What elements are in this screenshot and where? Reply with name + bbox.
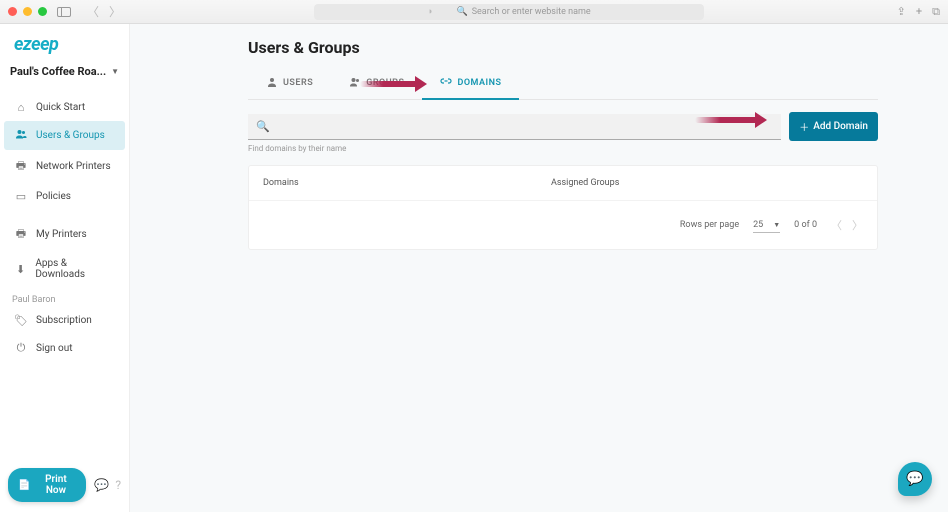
logo-text: ezeep — [14, 34, 58, 55]
column-domains: Domains — [263, 178, 551, 188]
next-page-button[interactable]: 〉 — [852, 217, 863, 233]
tab-label: USERS — [283, 78, 313, 88]
chat-icon[interactable]: 💬 — [94, 478, 109, 492]
tab-label: GROUPS — [366, 78, 404, 88]
table-header: Domains Assigned Groups — [249, 166, 877, 201]
address-placeholder: Search or enter website name — [472, 7, 591, 17]
sidebar-item-label: My Printers — [36, 229, 87, 240]
sidebar-item-label: Users & Groups — [36, 130, 105, 141]
sidebar-item-users-groups[interactable]: Users & Groups — [4, 121, 125, 150]
printer-icon: 🖶 — [14, 157, 28, 176]
document-icon: 📄 — [18, 480, 30, 491]
search-input[interactable] — [276, 121, 773, 132]
group-icon — [349, 76, 361, 91]
sidebar-toggle-icon[interactable] — [57, 7, 71, 17]
chevron-down-icon: ▼ — [111, 67, 119, 76]
add-domain-button[interactable]: ＋ Add Domain — [789, 112, 878, 141]
sidebar-item-label: Apps & Downloads — [35, 258, 115, 280]
table-footer: Rows per page 25 ▼ 0 of 0 〈 〉 — [249, 201, 877, 249]
prev-page-button[interactable]: 〈 — [831, 217, 842, 233]
sidebar-item-label: Policies — [36, 191, 71, 202]
tab-users[interactable]: USERS — [248, 67, 331, 99]
back-button[interactable]: 〈 — [87, 3, 99, 20]
forward-button[interactable]: 〉 — [109, 3, 121, 20]
sidebar-item-sign-out[interactable]: ⏻ Sign out — [4, 334, 125, 362]
window-controls[interactable] — [8, 7, 47, 16]
browser-chrome: 〈 〉 ◑ 🔍 Search or enter website name ⇪ +… — [0, 0, 948, 24]
print-now-button[interactable]: 📄 Print Now — [8, 468, 86, 502]
maximize-window-icon[interactable] — [38, 7, 47, 16]
users-icon — [14, 128, 28, 143]
sidebar-item-quick-start[interactable]: ⌂ Quick Start — [4, 94, 125, 121]
print-now-label: Print Now — [35, 474, 76, 496]
help-icon[interactable]: ? — [115, 478, 121, 492]
shield-icon: ◑ — [427, 6, 432, 17]
tab-groups[interactable]: GROUPS — [331, 67, 422, 99]
sidebar-item-label: Network Printers — [36, 161, 111, 172]
org-name: Paul's Coffee Roa... — [10, 65, 106, 78]
chat-icon: 💬 — [906, 471, 923, 487]
link-icon — [440, 75, 452, 90]
tab-domains[interactable]: DOMAINS — [422, 67, 519, 100]
sidebar: ezeep Paul's Coffee Roa... ▼ ⌂ Quick Sta… — [0, 24, 130, 512]
tab-label: DOMAINS — [457, 78, 501, 88]
sidebar-item-network-printers[interactable]: 🖶 Network Printers — [4, 150, 125, 183]
printer-icon: 🖶 — [14, 225, 28, 244]
search-help-text: Find domains by their name — [248, 144, 878, 153]
page-title: Users & Groups — [248, 38, 878, 57]
column-assigned-groups: Assigned Groups — [551, 178, 863, 188]
org-selector[interactable]: Paul's Coffee Roa... ▼ — [0, 59, 129, 88]
sidebar-item-policies[interactable]: ▭ Policies — [4, 183, 125, 210]
sidebar-item-apps-downloads[interactable]: ⬇ Apps & Downloads — [4, 251, 125, 287]
address-bar[interactable]: ◑ 🔍 Search or enter website name — [314, 4, 704, 20]
sidebar-item-my-printers[interactable]: 🖶 My Printers — [4, 218, 125, 251]
tabs: USERS GROUPS DOMAINS — [248, 67, 878, 100]
plus-icon: ＋ — [799, 119, 809, 134]
search-icon: 🔍 — [456, 7, 467, 17]
rows-per-page-select[interactable]: 25 ▼ — [753, 218, 780, 233]
close-window-icon[interactable] — [8, 7, 17, 16]
home-icon: ⌂ — [14, 101, 28, 114]
sidebar-item-label: Quick Start — [36, 102, 85, 113]
sidebar-item-label: Sign out — [36, 343, 72, 354]
rows-per-page-label: Rows per page — [680, 220, 739, 230]
tabs-icon[interactable]: ⧉ — [932, 5, 940, 19]
policy-icon: ▭ — [14, 190, 28, 203]
sidebar-item-label: Subscription — [36, 315, 92, 326]
minimize-window-icon[interactable] — [23, 7, 32, 16]
pagination-range: 0 of 0 — [794, 220, 817, 230]
sidebar-item-subscription[interactable]: 🏷 Subscription — [4, 307, 125, 334]
rows-per-page-value: 25 — [753, 220, 763, 230]
add-button-label: Add Domain — [813, 121, 868, 132]
chat-fab[interactable]: 💬 — [898, 462, 932, 496]
logo: ezeep — [0, 24, 129, 59]
chevron-down-icon: ▼ — [773, 221, 780, 229]
main-content: Users & Groups USERS GROUPS DOMAINS — [130, 24, 948, 512]
search-input-wrapper[interactable]: 🔍 — [248, 114, 781, 140]
download-icon: ⬇ — [14, 263, 27, 276]
new-tab-icon[interactable]: + — [916, 5, 922, 19]
search-icon: 🔍 — [256, 120, 270, 133]
user-icon — [266, 76, 278, 91]
domains-table: Domains Assigned Groups Rows per page 25… — [248, 165, 878, 250]
sidebar-user-name: Paul Baron — [0, 287, 129, 307]
power-icon: ⏻ — [14, 341, 28, 355]
share-icon[interactable]: ⇪ — [897, 5, 906, 19]
tag-icon: 🏷 — [14, 314, 28, 327]
